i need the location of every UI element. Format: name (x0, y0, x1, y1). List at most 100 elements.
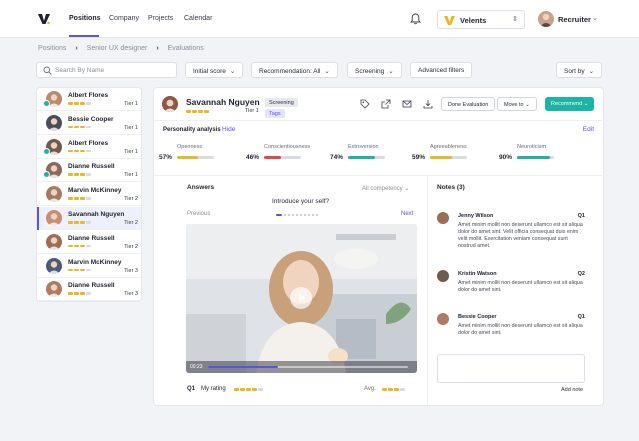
star-icon (252, 388, 257, 391)
screening-filter[interactable]: Screening ⌄ (347, 62, 402, 78)
recommendation-label: Recommendation: All (259, 68, 321, 75)
candidate-name: Bessie Cooper (68, 115, 114, 123)
advanced-filters-button[interactable]: Advanced filters (410, 62, 473, 78)
note-text: Amet minim mollit non deserunt ullamco e… (458, 280, 583, 293)
note-author-avatar (437, 270, 449, 282)
candidate-list-item[interactable]: Marvin McKinney Tier 3 (37, 255, 141, 278)
nav-calendar[interactable]: Calendar (184, 15, 212, 22)
external-link-icon[interactable] (381, 99, 391, 109)
add-note-button[interactable]: Add note (561, 387, 583, 393)
candidate-tier: Tier 1 (124, 124, 138, 131)
note-text: Amet minim mollit non deserunt ullamco e… (458, 323, 583, 336)
chevron-right-icon: › (156, 45, 159, 52)
question-number: Q1 (187, 386, 196, 392)
competency-label: All competency (362, 186, 403, 192)
candidate-list-item[interactable]: Albert Flores Tier 1 (37, 136, 141, 159)
star-icon (198, 110, 203, 113)
candidate-list-item[interactable]: Dianne Russell Tier 2 (37, 231, 141, 254)
star-icon (86, 149, 91, 153)
candidate-rating (68, 244, 92, 248)
candidate-rating (68, 197, 92, 200)
user-avatar[interactable] (538, 11, 554, 27)
chevron-down-icon: ⌄ (588, 68, 595, 75)
star-icon (86, 173, 91, 176)
tags-badge[interactable]: Tags (265, 109, 285, 118)
recommend-button[interactable]: Recommend ⌄ (545, 97, 595, 111)
trait-bar (348, 156, 385, 159)
play-button[interactable] (290, 287, 312, 309)
download-icon[interactable] (423, 99, 433, 109)
company-name: Velents (460, 16, 487, 25)
next-button[interactable]: Next (401, 211, 413, 217)
previous-button[interactable]: Previous (187, 211, 210, 217)
user-role[interactable]: Recruiter (558, 15, 591, 24)
search-input[interactable]: Search By Name (36, 62, 177, 78)
candidate-avatar (46, 210, 62, 226)
edit-link[interactable]: Edit (583, 126, 594, 133)
candidate-list-item[interactable]: Dianne Russell Tier 3 (37, 278, 141, 301)
candidate-list-item[interactable]: Marvin McKinney Tier 2 (37, 183, 141, 207)
question-text: Introduce your self? (272, 198, 330, 205)
candidate-avatar (46, 114, 62, 131)
candidate-list-item[interactable]: Savannah Nguyen Tier 2 (37, 207, 141, 230)
candidate-avatar (46, 281, 62, 298)
star-icon (68, 125, 73, 129)
note-text: Amet minim mollit non deserunt ullamco e… (458, 222, 583, 249)
bell-icon[interactable] (410, 13, 421, 25)
question-pager[interactable] (276, 214, 318, 216)
done-evaluation-button[interactable]: Done Evaluation (441, 97, 496, 111)
move-to-button[interactable]: Move to ⌄ (497, 97, 537, 111)
note-textarea[interactable] (437, 354, 585, 383)
breadcrumb-position[interactable]: Senior UX designer (87, 45, 148, 52)
notes-title: Notes (3) (437, 184, 465, 191)
candidate-tier: Tier 3 (124, 291, 138, 298)
trait-bar (430, 156, 467, 159)
competency-select[interactable]: All competency ⌄ (362, 185, 409, 192)
candidate-list-item[interactable]: Albert Flores Tier 1 (37, 88, 141, 111)
trait-label: Agreeableness (430, 144, 467, 150)
nav-company[interactable]: Company (109, 15, 139, 22)
trait-percent: 59% (412, 154, 426, 161)
initial-score-filter[interactable]: Initial score ⌄ (185, 62, 244, 78)
recommendation-filter[interactable]: Recommendation: All ⌄ (251, 62, 338, 78)
star-icon (388, 388, 393, 391)
sort-by-select[interactable]: Sort by ⌄ (556, 62, 603, 78)
trait-bar-fill (430, 156, 452, 159)
trait-bar (517, 156, 554, 159)
status-badge: Screening (265, 98, 298, 107)
trait-label: Openness (177, 144, 203, 150)
hide-link[interactable]: Hide (222, 126, 235, 133)
mail-icon[interactable] (402, 99, 412, 109)
breadcrumb-positions[interactable]: Positions (38, 45, 66, 52)
candidate-list-item[interactable]: Bessie Cooper Tier 1 (37, 112, 141, 135)
candidate-name: Marvin McKinney (68, 258, 122, 266)
candidate-rating (186, 110, 209, 113)
star-icon (68, 244, 73, 248)
candidate-tier: Tier 3 (124, 267, 138, 274)
candidate-rating (68, 221, 92, 224)
star-icon (240, 388, 245, 391)
star-icon (86, 197, 91, 200)
candidate-name: Dianne Russell (68, 163, 115, 171)
nav-projects[interactable]: Projects (148, 15, 173, 22)
video-progress-bar[interactable] (208, 366, 408, 368)
my-rating-stars[interactable] (234, 388, 263, 391)
velents-logo[interactable] (38, 13, 50, 25)
answer-video[interactable]: 00:23 (186, 224, 417, 373)
breadcrumb-evaluations: Evaluations (167, 45, 204, 52)
company-select[interactable]: Velents ⇕ (437, 10, 525, 29)
star-icon (80, 173, 85, 176)
star-icon (68, 197, 73, 200)
chevron-down-icon[interactable]: ⌄ (592, 14, 598, 22)
nav-positions[interactable]: Positions (69, 15, 101, 22)
note-question: Q2 (577, 271, 585, 277)
candidate-tier: Tier 1 (124, 172, 138, 179)
star-icon (74, 221, 79, 224)
trait-percent: 46% (246, 154, 260, 161)
candidate-list-item[interactable]: Dianne Russell Tier 1 (37, 159, 141, 183)
recommend-label: Recommend (551, 101, 583, 107)
star-icon (192, 110, 197, 113)
candidate-rating (68, 173, 92, 176)
note-author: Kristin Watson (458, 271, 497, 277)
tag-icon[interactable] (360, 99, 370, 109)
